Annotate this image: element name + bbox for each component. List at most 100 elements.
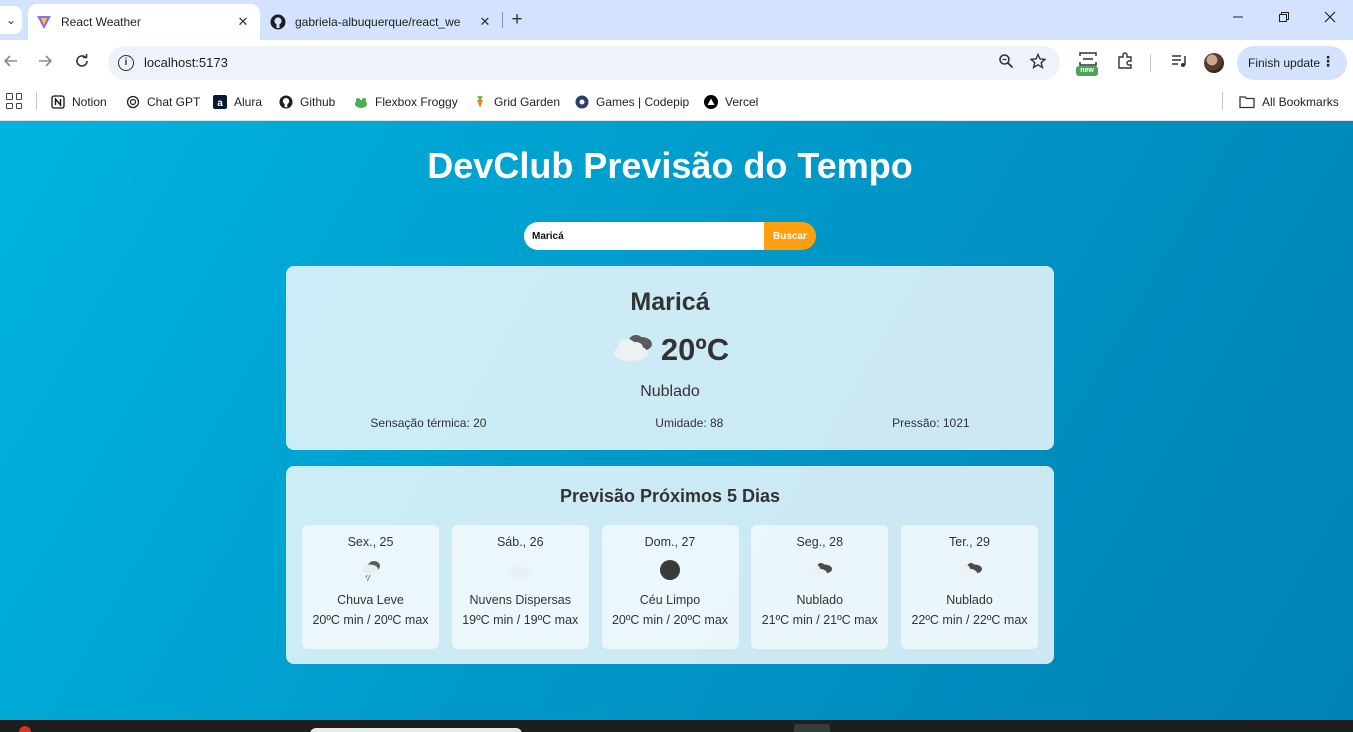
bookmark-alura[interactable]: a Alura — [213, 92, 262, 112]
broken-clouds-icon — [901, 550, 1038, 590]
forecast-description: Chuva Leve — [337, 593, 404, 607]
broken-clouds-icon — [611, 330, 657, 369]
page-title: DevClub Previsão do Tempo — [427, 145, 913, 186]
bookmark-star-icon[interactable] — [1028, 52, 1048, 73]
vite-icon — [36, 14, 52, 30]
tab-react-weather[interactable]: React Weather ✕ — [28, 4, 260, 40]
current-weather-card: Maricá 20ºC Nublado Sensação térmica: 20… — [286, 266, 1054, 450]
weather-details: Sensação térmica: 20 Umidade: 88 Pressão… — [286, 416, 1054, 430]
temperature-row: 20ºC — [286, 330, 1054, 369]
forecast-day: Sáb., 26 Nuvens Dispersas 19ºC min / 19º… — [451, 525, 589, 649]
forecast-day: Dom., 27 Céu Limpo 20ºC min / 20ºC max — [601, 525, 739, 649]
bookmark-grid-garden[interactable]: Grid Garden — [473, 92, 560, 112]
clear-sky-night-icon — [602, 550, 739, 590]
carrot-icon — [473, 95, 487, 109]
media-controls-icon[interactable] — [1168, 52, 1190, 74]
extensions-icon[interactable] — [1114, 52, 1136, 74]
zoom-icon[interactable] — [996, 53, 1016, 73]
tab-title: gabriela-albuquerque/react_we — [295, 15, 461, 29]
bookmark-github[interactable]: Github — [279, 92, 335, 112]
finish-update-button[interactable]: Finish update ⋮ — [1237, 46, 1347, 80]
back-button[interactable] — [0, 53, 22, 73]
more-menu-icon[interactable]: ⋮ — [1321, 53, 1335, 70]
forecast-day: Seg., 28 Nublado 21ºC min / 21ºC max — [751, 525, 889, 649]
vercel-icon — [704, 95, 718, 109]
city-search-input[interactable] — [524, 222, 764, 250]
forecast-min-max: 22ºC min / 22ºC max — [911, 613, 1028, 627]
bookmark-label: Vercel — [725, 95, 759, 109]
close-tab-icon[interactable]: ✕ — [476, 14, 494, 30]
forecast-date: Ter., 29 — [949, 535, 990, 549]
forecast-min-max: 20ºC min / 20ºC max — [312, 613, 429, 627]
tab-github-repo[interactable]: gabriela-albuquerque/react_we ✕ — [262, 4, 502, 40]
close-tab-icon[interactable]: ✕ — [234, 14, 252, 30]
bookmark-label: Flexbox Froggy — [375, 95, 458, 109]
forecast-description: Nublado — [796, 593, 844, 607]
toolbar-divider — [1150, 54, 1151, 72]
svg-text:a: a — [217, 98, 223, 109]
scattered-clouds-icon — [452, 550, 589, 590]
forecast-description: Nuvens Dispersas — [469, 593, 571, 607]
weather-description: Nublado — [640, 383, 700, 400]
forecast-date: Sex., 25 — [347, 535, 394, 549]
restore-button[interactable] — [1272, 10, 1296, 30]
address-url: localhost:5173 — [144, 55, 228, 70]
bookmark-label: Github — [300, 95, 336, 109]
forecast-min-max: 21ºC min / 21ºC max — [761, 613, 878, 627]
reload-button[interactable] — [71, 53, 93, 73]
forecast-title: Previsão Próximos 5 Dias — [559, 486, 781, 506]
chatgpt-icon — [126, 95, 140, 109]
new-tab-button[interactable]: + — [507, 10, 527, 30]
finish-update-label: Finish update — [1248, 56, 1321, 70]
forward-arrow-icon — [39, 55, 53, 67]
forecast-min-max: 19ºC min / 19ºC max — [462, 613, 579, 627]
forecast-date: Seg., 28 — [796, 535, 844, 549]
forecast-date: Sáb., 26 — [496, 535, 544, 549]
search-button[interactable]: Buscar — [764, 222, 816, 250]
search-bar: Buscar — [524, 222, 816, 250]
humidity: Umidade: 88 — [655, 416, 724, 430]
apps-grid-icon[interactable] — [6, 93, 22, 109]
site-info-icon[interactable]: i — [118, 55, 134, 71]
restore-icon — [1279, 12, 1289, 22]
bookmark-codepip[interactable]: Games | Codepip — [575, 92, 689, 112]
browser-toolbar: i localhost:5173 new Finish update ⋮ — [0, 40, 1353, 86]
bookmark-notion[interactable]: Notion — [51, 92, 107, 112]
all-bookmarks-label: All Bookmarks — [1262, 95, 1339, 109]
forecast-description: Nublado — [946, 593, 993, 607]
city-name: Maricá — [630, 288, 710, 316]
forward-button[interactable] — [34, 53, 56, 73]
light-rain-icon — [302, 550, 439, 590]
close-icon — [1324, 11, 1336, 23]
notion-icon — [51, 95, 65, 109]
taskbar-app[interactable] — [794, 724, 830, 732]
current-temperature: 20ºC — [660, 331, 730, 367]
close-window-button[interactable] — [1318, 10, 1342, 30]
weather-app-page: DevClub Previsão do Tempo Buscar Maricá … — [0, 121, 1353, 720]
bookmark-flexbox-froggy[interactable]: Flexbox Froggy — [354, 92, 458, 112]
taskbar-search[interactable] — [310, 728, 522, 732]
bookmark-label: Chat GPT — [147, 95, 201, 109]
forecast-day: Ter., 29 Nublado 22ºC min / 22ºC max — [901, 525, 1038, 649]
address-bar[interactable]: i localhost:5173 — [108, 46, 1060, 80]
os-taskbar — [0, 720, 1353, 732]
bookmarks-divider — [1222, 92, 1223, 110]
new-badge: new — [1076, 66, 1098, 76]
minimize-button[interactable] — [1226, 10, 1250, 30]
frog-icon — [354, 95, 368, 109]
bookmark-vercel[interactable]: Vercel — [704, 92, 758, 112]
forecast-description: Céu Limpo — [639, 593, 701, 607]
bookmark-label: Grid Garden — [494, 95, 561, 109]
profile-avatar[interactable] — [1204, 53, 1224, 73]
tab-search-dropdown[interactable]: ⌄ — [0, 6, 22, 34]
bookmarks-divider — [36, 92, 37, 110]
forecast-date: Dom., 27 — [644, 535, 696, 549]
all-bookmarks-button[interactable]: All Bookmarks — [1239, 92, 1339, 112]
bookmark-chatgpt[interactable]: Chat GPT — [126, 92, 200, 112]
bookmark-label: Notion — [72, 95, 107, 109]
broken-clouds-icon — [751, 550, 888, 590]
forecast-card: Previsão Próximos 5 Dias Sex., 25 Chuva … — [286, 466, 1054, 664]
forecast-day: Sex., 25 Chuva Leve 20ºC min / 20ºC max — [302, 525, 439, 649]
bookmarks-bar: Notion Chat GPT a Alura Github Flexbox F… — [0, 86, 1353, 121]
bookmark-label: Games | Codepip — [596, 95, 690, 109]
